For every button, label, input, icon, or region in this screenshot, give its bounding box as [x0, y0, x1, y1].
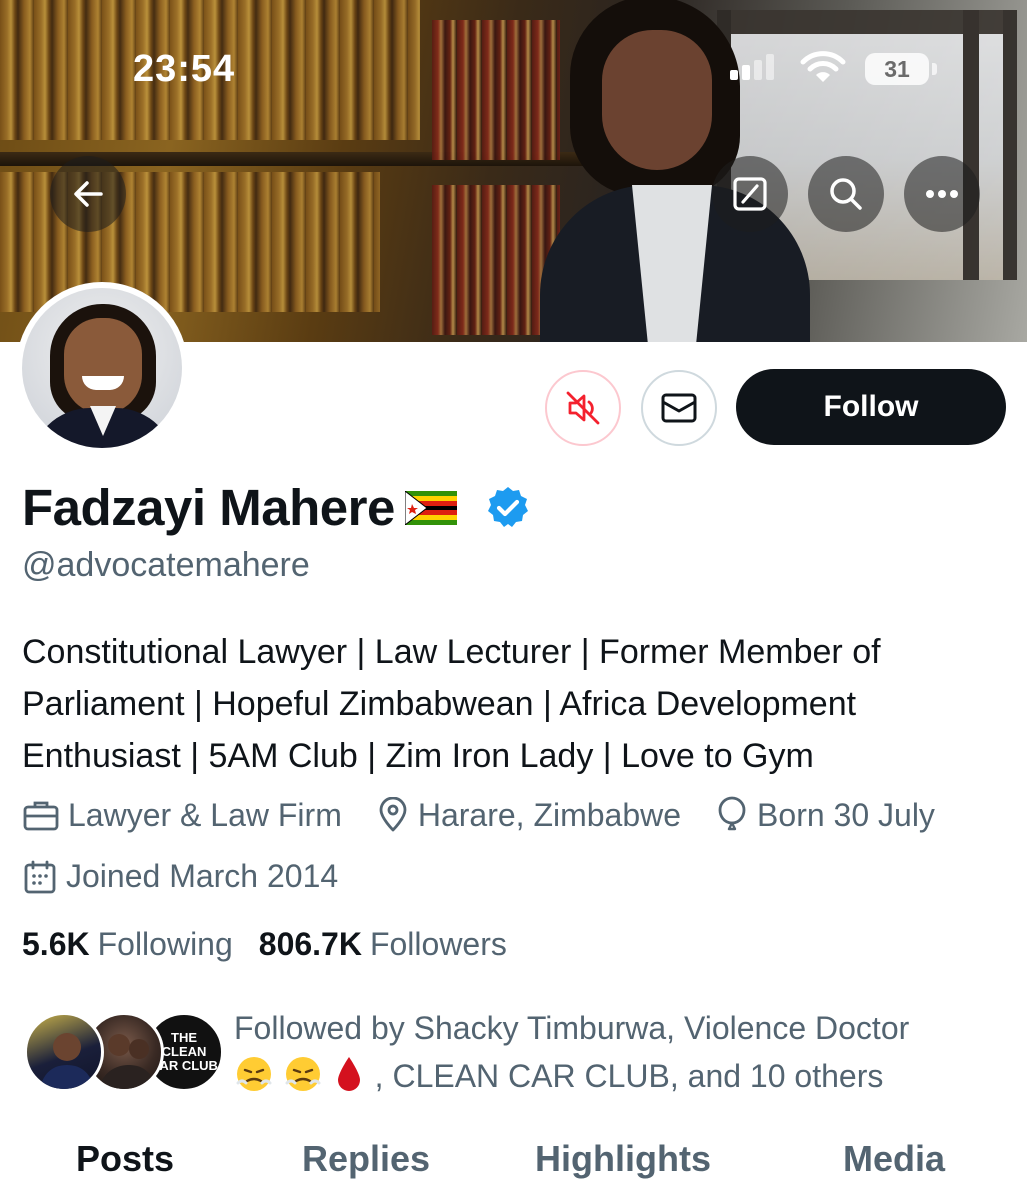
profile-avatar[interactable] [16, 282, 188, 454]
search-button[interactable] [808, 156, 884, 232]
followed-by-line2: , CLEAN CAR CLUB, and 10 others [374, 1058, 884, 1094]
meta-birthday: Born 30 July [715, 796, 935, 834]
following-link[interactable]: 5.6K Following [22, 926, 233, 963]
followers-label: Followers [369, 926, 507, 962]
location-pin-icon [379, 797, 407, 832]
location-text: Harare, Zimbabwe [417, 796, 682, 833]
profile-tabs: Posts Replies Highlights Media [0, 1138, 1027, 1200]
tab-highlights[interactable]: Highlights [535, 1138, 711, 1180]
tab-posts[interactable]: Posts [76, 1138, 174, 1180]
arrow-left-icon [74, 181, 103, 207]
briefcase-icon [23, 801, 59, 831]
followers-count: 806.7K [258, 926, 362, 962]
verified-badge-icon[interactable] [485, 485, 531, 531]
username-handle: @advocatemahere [22, 546, 310, 584]
profile-bio: Constitutional Lawyer | Law Lecturer | F… [22, 633, 881, 775]
more-icon [926, 190, 958, 198]
followers-you-know-avatars[interactable]: THE CLEAN CAR CLUB [24, 1012, 224, 1092]
meta-category[interactable]: Lawyer & Law Firm [22, 797, 342, 834]
name-row: Fadzayi Mahere [22, 478, 531, 537]
birthday-text: Born 30 July [757, 796, 935, 833]
follow-button[interactable]: Follow [736, 369, 1006, 445]
followed-by-line1: Followed by Shacky Timburwa, Violence Do… [234, 1010, 910, 1046]
meta-location: Harare, Zimbabwe [376, 797, 681, 834]
unmute-button[interactable] [545, 370, 621, 446]
category-text: Lawyer & Law Firm [68, 796, 342, 833]
follow-stats: 5.6K Following 806.7K Followers [22, 926, 507, 963]
battery-cap [932, 63, 937, 75]
back-button[interactable] [50, 156, 126, 232]
followers-link[interactable]: 806.7K Followers [259, 926, 507, 963]
signal-icon [730, 54, 774, 80]
followed-by-text[interactable]: Followed by Shacky Timburwa, Violence Do… [234, 1004, 1014, 1100]
profile-banner[interactable]: 23:54 31 [0, 0, 1027, 342]
envelope-icon [661, 393, 697, 423]
steam-face-emoji-icon [236, 1057, 272, 1091]
joined-text: Joined March 2014 [66, 858, 339, 894]
zimbabwe-flag-icon [404, 490, 457, 525]
status-time: 23:54 [133, 48, 236, 90]
blood-drop-emoji-icon [337, 1057, 360, 1091]
following-label: Following [97, 926, 233, 962]
steam-face-emoji-icon [285, 1057, 321, 1091]
display-name: Fadzayi Mahere [22, 479, 395, 536]
grok-icon [733, 177, 767, 211]
grok-button[interactable] [712, 156, 788, 232]
calendar-icon [24, 860, 56, 893]
message-button[interactable] [641, 370, 717, 446]
wifi-icon [800, 51, 846, 82]
muted-speaker-icon [566, 391, 600, 425]
following-count: 5.6K [22, 926, 90, 962]
profile-joined-row: Joined March 2014 [22, 858, 372, 895]
search-icon [830, 178, 862, 210]
tab-replies[interactable]: Replies [302, 1138, 430, 1180]
follower-avatar [24, 1012, 104, 1092]
avatar-photo [22, 288, 182, 448]
profile-meta-row: Lawyer & Law Firm Harare, Zimbabwe Born … [22, 796, 969, 834]
more-button[interactable] [904, 156, 980, 232]
tab-media[interactable]: Media [843, 1138, 945, 1180]
balloon-icon [718, 796, 746, 831]
meta-joined: Joined March 2014 [22, 858, 338, 895]
battery-indicator: 31 [865, 53, 929, 85]
